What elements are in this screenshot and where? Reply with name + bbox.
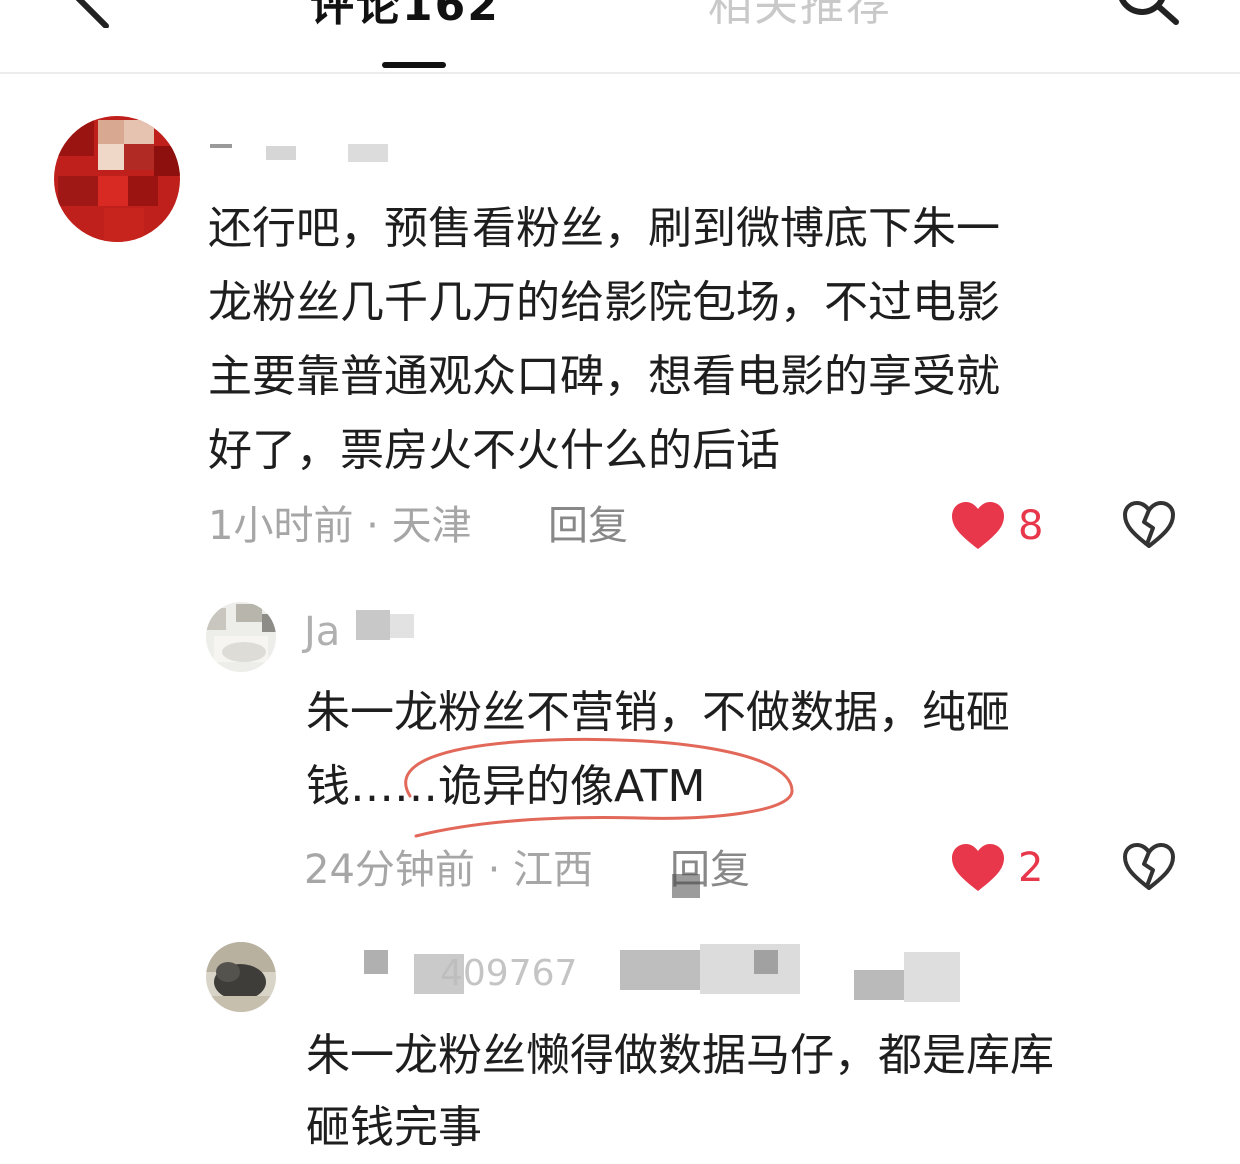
mosaic-patch (672, 874, 700, 898)
username-obscured (210, 140, 390, 164)
heart-filled-icon (952, 502, 1004, 549)
broken-heart-icon[interactable] (1122, 842, 1176, 892)
reply-button[interactable]: 回复 (548, 500, 628, 552)
avatar[interactable] (206, 602, 276, 672)
active-tab-indicator (382, 62, 446, 68)
username-obscured (300, 944, 960, 1004)
reply-comment-text: 朱一龙粉丝懒得做数据马仔，都是库库 砸钱完事 (306, 1030, 1054, 1153)
comment-text: 还行吧，预售看粉丝，刷到微博底下朱一 龙粉丝几千几万的给影院包场，不过电影 主要… (208, 203, 1000, 476)
back-arrow-icon[interactable] (56, 0, 112, 28)
username-obscured (356, 610, 414, 640)
top-bar: 评论162 相关推荐 (0, 0, 1240, 74)
comment-time-location: 24分钟前 · 江西 (304, 847, 594, 893)
tab-comments[interactable]: 评论162 (310, 0, 500, 36)
like-count: 8 (1018, 503, 1044, 549)
avatar[interactable] (54, 116, 180, 242)
search-icon[interactable] (1108, 0, 1184, 28)
hand-drawn-highlight-circle (404, 737, 794, 838)
like-button[interactable]: 8 (950, 498, 1043, 554)
avatar[interactable] (206, 942, 276, 1012)
tab-related[interactable]: 相关推荐 (708, 0, 892, 36)
comment-time-location: 1小时前 · 天津 (208, 503, 472, 549)
username: Ja (304, 609, 341, 655)
heart-filled-icon (952, 844, 1004, 891)
broken-heart-icon[interactable] (1122, 500, 1176, 550)
like-button[interactable]: 2 (950, 840, 1043, 896)
like-count: 2 (1018, 845, 1044, 891)
